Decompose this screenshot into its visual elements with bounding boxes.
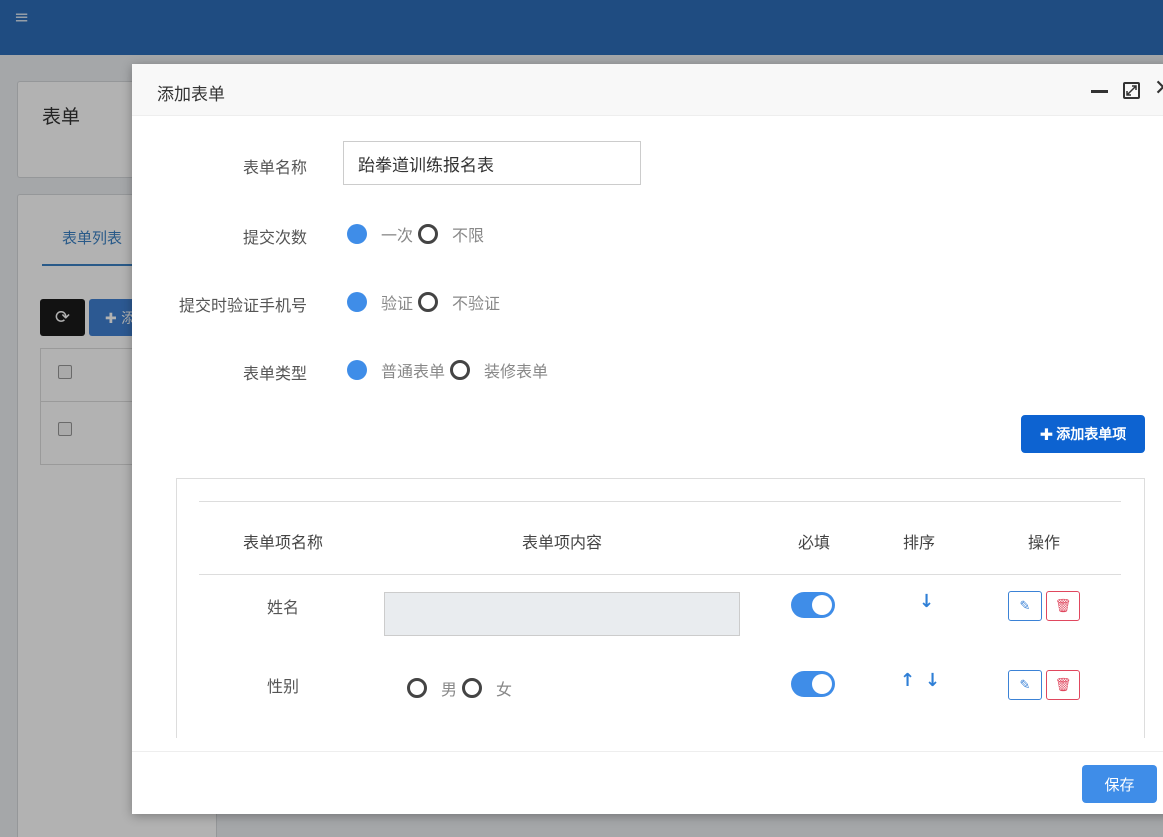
form-type-label: 表单类型 — [242, 364, 307, 383]
submit-count-label: 提交次数 — [242, 228, 307, 247]
form-name-label: 表单名称 — [242, 158, 307, 177]
header-sort: 排序 — [902, 533, 935, 552]
row-name-cell: 性别 — [266, 677, 299, 696]
delete-button[interactable]: 🗑 — [1046, 591, 1080, 621]
close-icon[interactable]: ✕ — [1154, 78, 1163, 100]
header-item-content: 表单项内容 — [521, 533, 602, 552]
add-form-dialog: 添加表单 ✕ 表单名称 提交次数 一次 不限 提交时验证手机号 验证 不验证 表… — [132, 64, 1163, 814]
arrow-up-icon[interactable]: ↑ — [900, 670, 915, 691]
verify-phone-label: 提交时验证手机号 — [178, 296, 307, 315]
radio-female-label: 女 — [496, 680, 513, 699]
add-form-item-button[interactable]: ✚ 添加表单项 — [1021, 415, 1145, 453]
radio-verify[interactable] — [347, 292, 367, 312]
radio-no-verify[interactable] — [418, 292, 439, 312]
radio-male-label: 男 — [441, 680, 458, 699]
dialog-title: 添加表单 — [157, 85, 225, 105]
radio-no-verify-label: 不验证 — [452, 294, 501, 313]
add-form-item-label: 添加表单项 — [1056, 427, 1127, 443]
row-name-cell: 姓名 — [266, 598, 299, 617]
radio-once[interactable] — [347, 224, 367, 244]
dialog-header: 添加表单 ✕ — [132, 64, 1163, 116]
arrow-down-icon[interactable]: ↓ — [919, 591, 934, 612]
radio-normal-form-label: 普通表单 — [381, 362, 446, 381]
radio-unlimited-label: 不限 — [452, 226, 485, 245]
minimize-icon[interactable] — [1091, 90, 1108, 93]
save-button[interactable]: 保存 — [1082, 765, 1157, 803]
form-items-panel: 表单项名称 表单项内容 必填 排序 操作 姓名 ↓ ✎ 🗑 性别 男 女 ↑ ↓… — [176, 478, 1145, 738]
item-content-input — [384, 592, 740, 636]
maximize-icon[interactable] — [1123, 82, 1140, 99]
plus-icon: ✚ — [1039, 424, 1054, 444]
edit-icon: ✎ — [1019, 677, 1031, 693]
form-type-radio-group: 普通表单 装修表单 — [347, 358, 553, 382]
required-toggle[interactable] — [791, 592, 835, 618]
radio-unlimited[interactable] — [418, 224, 439, 244]
radio-male[interactable] — [407, 678, 427, 698]
radio-once-label: 一次 — [381, 226, 414, 245]
radio-decor-form[interactable] — [450, 360, 471, 380]
required-toggle[interactable] — [791, 671, 835, 697]
radio-female[interactable] — [462, 678, 483, 698]
dialog-footer: 保存 — [132, 751, 1163, 814]
edit-button[interactable]: ✎ — [1008, 591, 1042, 621]
form-items-table: 表单项名称 表单项内容 必填 排序 操作 姓名 ↓ ✎ 🗑 性别 男 女 ↑ ↓… — [199, 501, 1121, 700]
radio-verify-label: 验证 — [381, 294, 414, 313]
header-required: 必填 — [797, 533, 830, 552]
arrow-down-icon[interactable]: ↓ — [925, 670, 940, 691]
delete-icon: 🗑 — [1054, 598, 1072, 614]
delete-icon: 🗑 — [1054, 677, 1072, 693]
form-name-input[interactable] — [343, 141, 641, 185]
verify-phone-radio-group: 验证 不验证 — [347, 290, 505, 314]
gender-radio-group: 男 女 — [407, 676, 517, 700]
radio-normal-form[interactable] — [347, 360, 367, 380]
edit-button[interactable]: ✎ — [1008, 670, 1042, 700]
submit-count-radio-group: 一次 不限 — [347, 222, 489, 246]
delete-button[interactable]: 🗑 — [1046, 670, 1080, 700]
radio-decor-form-label: 装修表单 — [484, 362, 549, 381]
header-item-name: 表单项名称 — [242, 533, 323, 552]
edit-icon: ✎ — [1019, 598, 1031, 614]
header-actions: 操作 — [1027, 533, 1060, 552]
header-divider — [199, 574, 1121, 575]
